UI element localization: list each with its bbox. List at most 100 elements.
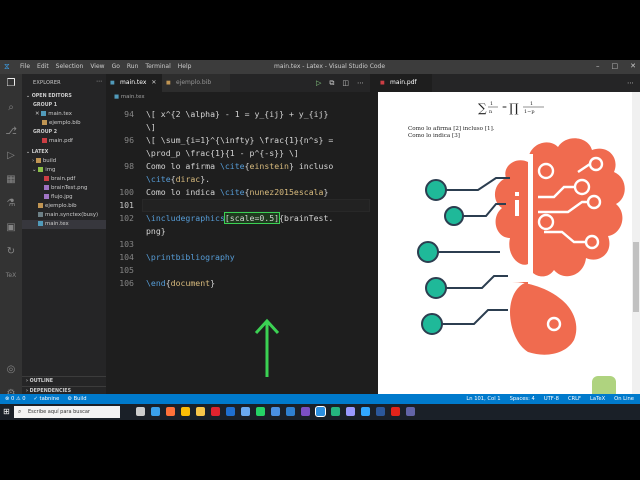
menu-run[interactable]: Run	[127, 63, 139, 70]
outline-header[interactable]: › OUTLINE	[22, 376, 106, 385]
tree-item-build[interactable]: › build	[22, 157, 106, 166]
teams-icon[interactable]	[406, 407, 415, 416]
tree-item-ejemplo-bib[interactable]: ejemplo.bib	[22, 202, 106, 211]
preview-icon[interactable]: ⧉	[329, 79, 334, 87]
tex-icon[interactable]: TeX	[5, 270, 17, 282]
opera-icon[interactable]	[211, 407, 220, 416]
more-actions-icon[interactable]: ⋯	[357, 79, 364, 87]
mail-icon[interactable]	[226, 407, 235, 416]
edge-icon[interactable]	[151, 407, 160, 416]
breadcrumb[interactable]: ■ main.tex	[106, 92, 370, 102]
encoding[interactable]: UTF-8	[544, 394, 559, 404]
code-line[interactable]: 98 Como lo afirma \cite{einstein} incluso	[106, 160, 370, 173]
code-line[interactable]: \prod_p \frac{1}{1 - p^{-s}} \]	[106, 147, 370, 160]
whatsapp-icon[interactable]	[256, 407, 265, 416]
maximize-icon[interactable]: □	[612, 62, 619, 70]
tree-item-braintest-png[interactable]: brainTest.png	[22, 184, 106, 193]
problems-status[interactable]: ⊗ 0 ⚠ 0	[5, 394, 26, 404]
tabnine-status[interactable]: ✓ tabnine	[34, 394, 60, 404]
tab-main-tex[interactable]: ■ main.tex ✕	[106, 74, 162, 92]
code-line[interactable]: 103	[106, 238, 370, 251]
run-debug-icon[interactable]: ▷	[5, 150, 17, 162]
menu-edit[interactable]: Edit	[37, 63, 49, 70]
cursor-position[interactable]: Ln 101, Col 1	[466, 394, 500, 404]
explorer-icon[interactable]: ❐	[5, 78, 17, 90]
account-icon[interactable]: ◎	[5, 364, 17, 376]
open-editors-header[interactable]: ⌄ OPEN EDITORS	[22, 92, 106, 101]
photos-icon[interactable]	[271, 407, 280, 416]
open-editor-item[interactable]: main.pdf	[22, 137, 106, 146]
close-icon[interactable]: ✕	[630, 62, 636, 70]
tree-item-synctex[interactable]: main.synctex(busy)	[22, 211, 106, 220]
prod-symbol: ∏	[509, 101, 519, 115]
tree-item-img[interactable]: ⌄ img	[22, 166, 106, 175]
store-icon[interactable]	[286, 407, 295, 416]
line-ending[interactable]: CRLF	[568, 394, 581, 404]
indentation[interactable]: Spaces: 4	[510, 394, 535, 404]
pdf-scrollbar[interactable]	[632, 92, 640, 408]
menu-file[interactable]: File	[20, 63, 30, 70]
split-editor-icon[interactable]: ◫	[342, 79, 349, 87]
build-run-icon[interactable]: ▷	[316, 79, 321, 87]
tab-ejemplo-bib[interactable]: ■ ejemplo.bib	[162, 74, 230, 92]
code-line[interactable]: 105	[106, 264, 370, 277]
code-line[interactable]: 102 \includegraphics[scale=0.5]{brainTest…	[106, 212, 370, 225]
code-line[interactable]: 100 Como lo indica \cite{nunez2015escala}	[106, 186, 370, 199]
word-icon[interactable]	[376, 407, 385, 416]
tree-item-flujo-jpg[interactable]: flujo.jpg	[22, 193, 106, 202]
task-view-icon[interactable]	[136, 407, 145, 416]
remote-explorer-icon[interactable]: ▣	[5, 222, 17, 234]
open-editor-item[interactable]: ejemplo.bib	[22, 119, 106, 128]
close-tab-icon[interactable]: ✕	[151, 79, 156, 86]
group1-header[interactable]: GROUP 1	[22, 101, 106, 110]
menu-terminal[interactable]: Terminal	[145, 63, 170, 70]
tab-main-pdf[interactable]: ■ main.pdf	[376, 74, 432, 92]
pdf-scroll-thumb[interactable]	[633, 242, 639, 312]
more-actions-icon[interactable]: ⋯	[627, 79, 634, 87]
menu-go[interactable]: Go	[112, 63, 120, 70]
group2-header[interactable]: GROUP 2	[22, 128, 106, 137]
acrobat-icon[interactable]	[391, 407, 400, 416]
code-line[interactable]: 94 \[ x^{2 \alpha} - 1 = y_{ij} + y_{ij}	[106, 108, 370, 121]
more-actions-icon[interactable]: ⋯	[96, 78, 102, 85]
code-insiders-icon[interactable]	[331, 407, 340, 416]
code-line[interactable]: \]	[106, 121, 370, 134]
premiere-icon[interactable]	[346, 407, 355, 416]
menu-help[interactable]: Help	[178, 63, 192, 70]
code-line[interactable]: png}	[106, 225, 370, 238]
test-flask-icon[interactable]: ⚗	[5, 198, 17, 210]
windows-start-icon[interactable]: ⊞	[3, 407, 10, 417]
tree-item-main-tex[interactable]: main.tex	[22, 220, 106, 229]
vscode-icon[interactable]	[315, 406, 326, 417]
menu-view[interactable]: View	[90, 63, 104, 70]
windows-taskbar: ⊞ ⌕ Escribe aquí para buscar	[0, 404, 640, 420]
editor-area: ■ main.tex ✕ ■ ejemplo.bib ▷ ⧉ ◫ ⋯ ■ main.t…	[106, 74, 370, 408]
taskbar-search[interactable]: ⌕ Escribe aquí para buscar	[14, 406, 120, 418]
project-header[interactable]: ⌄ LATEX	[22, 148, 106, 157]
tree-item-brain-pdf[interactable]: brain.pdf	[22, 175, 106, 184]
live-share-icon[interactable]: ↻	[5, 246, 17, 258]
code-line[interactable]: \cite{dirac}.	[106, 173, 370, 186]
chrome-icon[interactable]	[181, 407, 190, 416]
vscode-alt-icon[interactable]	[301, 407, 310, 416]
code-line[interactable]: 96 \[ \sum_{i=1}^{\infty} \frac{1}{n^s} =	[106, 134, 370, 147]
pdf-page[interactable]: ∑ 1 n = ∏ 1 1−p Como lo afirma [2] inclu…	[378, 92, 632, 408]
photoshop-icon[interactable]	[361, 407, 370, 416]
onedrive-icon[interactable]	[241, 407, 250, 416]
source-control-icon[interactable]: ⎇	[5, 126, 17, 138]
brain-node	[588, 156, 604, 172]
build-status[interactable]: ⚙ Build	[67, 394, 86, 404]
tree-item-label: build	[42, 158, 57, 164]
code-line[interactable]: 101	[106, 199, 370, 212]
online-status[interactable]: On Line	[614, 394, 634, 404]
search-icon[interactable]: ⌕	[5, 102, 17, 114]
explorer-icon[interactable]	[196, 407, 205, 416]
minimize-icon[interactable]: –	[596, 62, 600, 70]
extensions-icon[interactable]: ▦	[5, 174, 17, 186]
language-mode[interactable]: LaTeX	[590, 394, 605, 404]
open-editor-item[interactable]: ✕ main.tex	[22, 110, 106, 119]
firefox-icon[interactable]	[166, 407, 175, 416]
menu-selection[interactable]: Selection	[56, 63, 84, 70]
code-line[interactable]: 104 \printbibliography	[106, 251, 370, 264]
code-line[interactable]: 106 \end{document}	[106, 277, 370, 290]
